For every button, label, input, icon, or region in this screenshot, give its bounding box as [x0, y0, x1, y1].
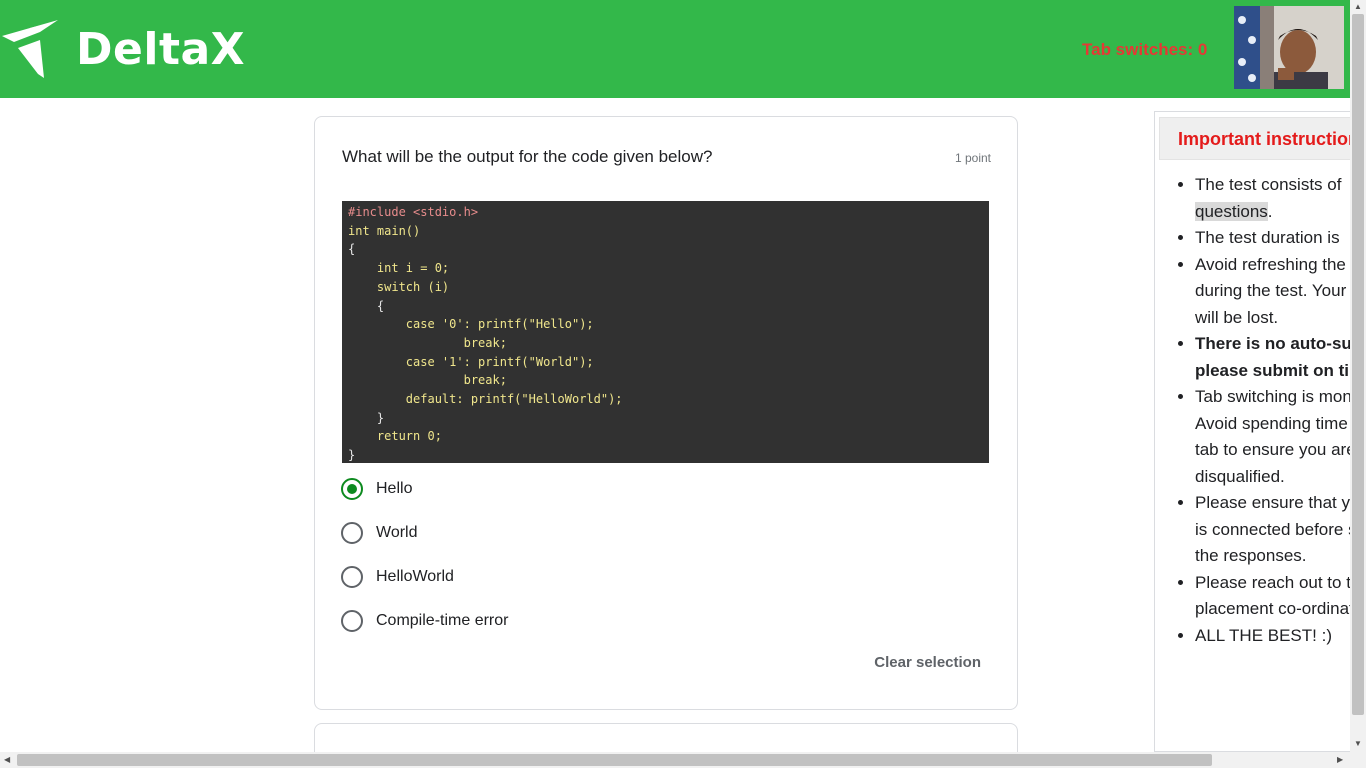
- instruction-text: will be lost.: [1195, 307, 1279, 327]
- code-line: case '0': printf("Hello");: [348, 317, 594, 332]
- instructions-list: The test consists of questions. The test…: [1195, 172, 1350, 649]
- code-line: }: [348, 410, 385, 425]
- deltax-logo: DeltaX: [0, 18, 245, 80]
- scroll-left-arrow-icon[interactable]: ◀: [4, 756, 10, 764]
- option-label: Hello: [376, 480, 413, 497]
- code-line: #include <stdio.h>: [348, 205, 479, 219]
- question-text: What will be the output for the code giv…: [342, 147, 713, 166]
- instruction-text: Avoid spending time on another: [1195, 413, 1350, 433]
- instruction-text: Tab switching is monitored.: [1195, 387, 1350, 406]
- option-world[interactable]: World: [341, 522, 418, 544]
- radio-icon[interactable]: [341, 610, 363, 632]
- instruction-text: is connected before submitting: [1195, 519, 1350, 539]
- code-line: default: printf("HelloWorld");: [348, 392, 623, 407]
- app-header: DeltaX Tab switches: 0: [0, 0, 1350, 98]
- code-line: int main(): [348, 223, 421, 238]
- deltax-logo-icon: [2, 20, 58, 78]
- instructions-panel: Important instructions The test consists…: [1154, 111, 1350, 752]
- instruction-text: ALL THE BEST! :): [1195, 625, 1332, 645]
- code-line: {: [348, 242, 356, 257]
- instruction-text: Please ensure that your internet: [1195, 493, 1350, 512]
- scroll-down-arrow-icon[interactable]: ▼: [1354, 740, 1362, 748]
- instruction-text: disqualified.: [1195, 466, 1285, 486]
- instruction-text: placement co-ordinators.: [1195, 599, 1350, 618]
- logo-text: DeltaX: [76, 23, 246, 75]
- instruction-item: Avoid refreshing the page during the tes…: [1195, 252, 1350, 332]
- question-card: What will be the output for the code giv…: [314, 116, 1018, 710]
- radio-icon[interactable]: [341, 566, 363, 588]
- instruction-item: The test duration is: [1195, 225, 1350, 252]
- instruction-text: Avoid refreshing the page: [1195, 254, 1350, 274]
- instructions-header: Important instructions: [1159, 117, 1350, 160]
- code-line: case '1': printf("World");: [348, 354, 594, 369]
- instruction-item: Please reach out to the placement co-ord…: [1195, 570, 1350, 623]
- radio-icon[interactable]: [341, 522, 363, 544]
- code-line: }: [348, 448, 356, 463]
- instruction-text: during the test. Your responses: [1195, 281, 1350, 300]
- code-line: {: [348, 298, 385, 313]
- question-points: 1 point: [954, 151, 991, 165]
- code-snippet-image: #include <stdio.h> int main() { int i = …: [342, 201, 989, 463]
- vertical-scrollbar-thumb[interactable]: [1352, 14, 1364, 715]
- scroll-up-arrow-icon[interactable]: ▲: [1354, 3, 1362, 11]
- code-line: return 0;: [348, 429, 442, 444]
- vertical-scrollbar[interactable]: ▲ ▼: [1350, 0, 1366, 752]
- option-label: Compile-time error: [376, 612, 509, 629]
- clear-selection-button[interactable]: Clear selection: [874, 654, 981, 671]
- instruction-item: ALL THE BEST! :): [1195, 623, 1350, 650]
- instruction-text: the responses.: [1195, 546, 1307, 565]
- option-label: HelloWorld: [376, 568, 454, 585]
- horizontal-scrollbar[interactable]: ◀ ▶: [0, 752, 1366, 768]
- option-label: World: [376, 524, 418, 541]
- option-compile-time-error[interactable]: Compile-time error: [341, 610, 508, 632]
- instruction-item: Tab switching is monitored. Avoid spendi…: [1195, 384, 1350, 490]
- webcam-preview: [1234, 6, 1344, 89]
- instructions-title: Important instructions: [1178, 129, 1350, 149]
- instruction-text-highlight: questions: [1195, 201, 1268, 221]
- code-line: int i = 0;: [348, 261, 450, 276]
- instruction-text: There is no auto-submit,: [1195, 334, 1350, 353]
- instruction-item: Please ensure that your internet is conn…: [1195, 490, 1350, 570]
- instruction-text: please submit on time.: [1195, 360, 1350, 380]
- instruction-text: tab to ensure you are not: [1195, 440, 1350, 459]
- scroll-right-arrow-icon[interactable]: ▶: [1337, 756, 1343, 764]
- instruction-item: There is no auto-submit, please submit o…: [1195, 331, 1350, 384]
- instruction-item: The test consists of questions.: [1195, 172, 1350, 225]
- tab-switch-counter: Tab switches: 0: [1082, 40, 1208, 59]
- instruction-text: The test consists of: [1195, 175, 1342, 194]
- instruction-text: Please reach out to the: [1195, 572, 1350, 592]
- code-line: break;: [348, 335, 507, 350]
- code-line: break;: [348, 373, 507, 388]
- code-line: switch (i): [348, 279, 450, 294]
- option-helloworld[interactable]: HelloWorld: [341, 566, 454, 588]
- instruction-text: The test duration is: [1195, 228, 1340, 247]
- horizontal-scrollbar-thumb[interactable]: [17, 754, 1212, 766]
- instruction-text: .: [1267, 201, 1273, 221]
- option-hello[interactable]: Hello: [341, 478, 412, 500]
- radio-selected-icon[interactable]: [341, 478, 363, 500]
